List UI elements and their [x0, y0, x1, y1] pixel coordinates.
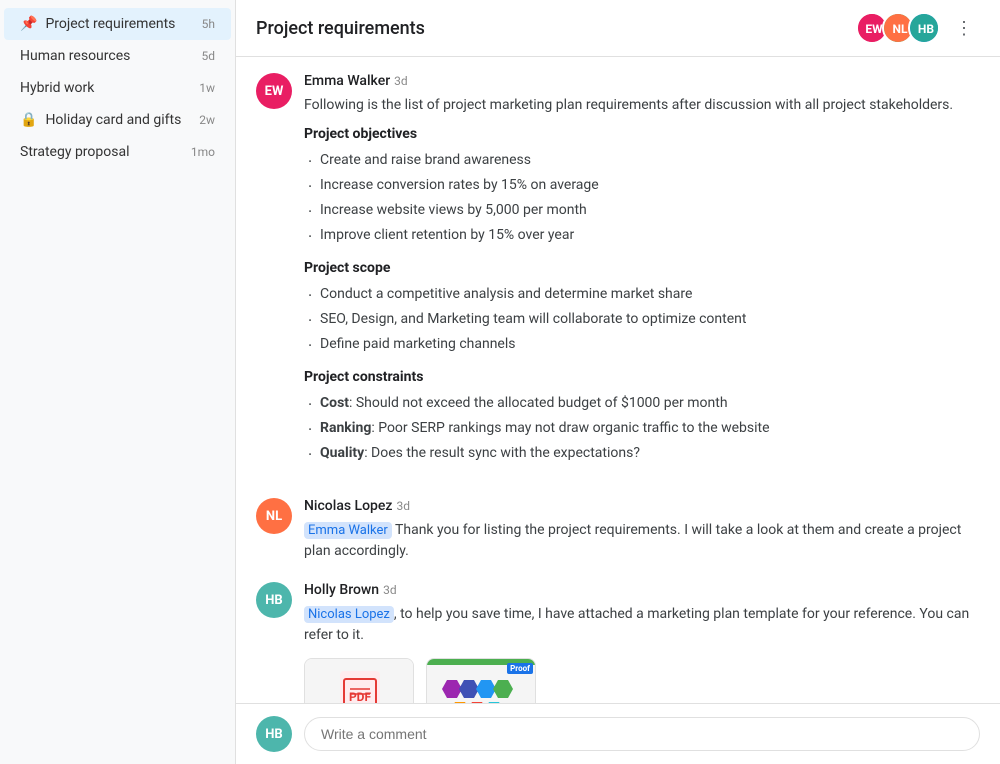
sidebar-item-human-resources[interactable]: Human resources 5d — [4, 40, 231, 72]
comment-author: Nicolas Lopez — [304, 498, 392, 514]
sidebar-item-label: Holiday card and gifts — [45, 112, 187, 128]
constraint-text: : Poor SERP rankings may not draw organi… — [371, 420, 769, 436]
lock-icon: 🔒 — [20, 112, 37, 128]
hexagons-svg — [437, 675, 527, 704]
comment-text: Emma Walker Thank you for listing the pr… — [304, 520, 980, 562]
list-item: Conduct a competitive analysis and deter… — [304, 282, 980, 307]
section-title: Project constraints — [304, 369, 980, 385]
comment-time: 3d — [394, 74, 408, 88]
comment-rest: Thank you for listing the project requir… — [304, 522, 961, 559]
sidebar-item-time: 1mo — [191, 145, 215, 159]
sidebar-item-label: Project requirements — [45, 16, 189, 32]
comment-input[interactable] — [304, 717, 980, 751]
sidebar-item-time: 1w — [199, 81, 215, 95]
comment-time: 3d — [396, 499, 410, 513]
avatars-group: EW NL HB — [856, 12, 940, 44]
objectives-list: Create and raise brand awareness Increas… — [304, 148, 980, 248]
header-right: EW NL HB ⋮ — [856, 12, 980, 44]
list-item: Define paid marketing channels — [304, 332, 980, 357]
avatar-img-3: HB — [910, 12, 938, 44]
list-item: Improve client retention by 15% over yea… — [304, 223, 980, 248]
main-content: Project requirements EW NL — [236, 0, 1000, 764]
project-constraints-section: Project constraints Cost: Should not exc… — [304, 369, 980, 466]
project-scope-section: Project scope Conduct a competitive anal… — [304, 260, 980, 357]
sidebar-item-strategy-proposal[interactable]: Strategy proposal 1mo — [4, 136, 231, 168]
page-header: Project requirements EW NL — [236, 0, 1000, 57]
list-item: Increase conversion rates by 15% on aver… — [304, 173, 980, 198]
comment-time: 3d — [383, 583, 397, 597]
attachments-area: PDF Marketing-plan... Proof this file 2h — [304, 658, 980, 703]
scope-list: Conduct a competitive analysis and deter… — [304, 282, 980, 357]
comment-author: Holly Brown — [304, 582, 379, 598]
svg-text:PDF: PDF — [349, 690, 372, 703]
comment-text: Nicolas Lopez, to help you save time, I … — [304, 604, 980, 646]
mention-tag: Nicolas Lopez — [304, 606, 394, 623]
bold-text: Quality — [320, 445, 364, 461]
comment-body: Emma Walker 3d Following is the list of … — [304, 73, 980, 478]
sidebar-item-label: Strategy proposal — [20, 144, 179, 160]
sidebar-item-label: Human resources — [20, 48, 189, 64]
bold-text: Ranking — [320, 420, 371, 436]
comment-rest: , to help you save time, I have attached… — [304, 606, 969, 643]
sidebar: 📌 Project requirements 5h Human resource… — [0, 0, 236, 764]
comment-body: Holly Brown 3d Nicolas Lopez, to help yo… — [304, 582, 980, 703]
comment-author: Emma Walker — [304, 73, 390, 89]
avatar: NL — [256, 498, 292, 534]
sidebar-item-label: Hybrid work — [20, 80, 187, 96]
section-title: Project scope — [304, 260, 980, 276]
comment-intro: Following is the list of project marketi… — [304, 95, 980, 116]
attachment-card[interactable]: PDF Marketing-plan... Proof this file 2h — [304, 658, 414, 703]
comments-area: EW Emma Walker 3d Following is the list … — [236, 57, 1000, 703]
list-item: Create and raise brand awareness — [304, 148, 980, 173]
list-item: Cost: Should not exceed the allocated bu… — [304, 391, 980, 416]
avatar: HB — [256, 582, 292, 618]
pdf-icon: PDF — [340, 671, 380, 703]
bold-text: Cost — [320, 395, 349, 411]
attachment-card[interactable]: Proof Marketing-stra... Proof this file … — [426, 658, 536, 703]
attachment-preview: PDF — [305, 659, 414, 703]
constraint-text: : Does the result sync with the expectat… — [364, 445, 640, 461]
list-item: Increase website views by 5,000 per mont… — [304, 198, 980, 223]
comment: NL Nicolas Lopez 3d Emma Walker Thank yo… — [256, 498, 980, 562]
constraints-list: Cost: Should not exceed the allocated bu… — [304, 391, 980, 466]
comment: HB Holly Brown 3d Nicolas Lopez, to help… — [256, 582, 980, 703]
comment-header: Emma Walker 3d — [304, 73, 980, 89]
constraint-text: : Should not exceed the allocated budget… — [349, 395, 728, 411]
avatar: HB — [908, 12, 940, 44]
mention-tag: Emma Walker — [304, 522, 392, 539]
svg-text:EW: EW — [865, 22, 883, 36]
sidebar-item-holiday-card-gifts[interactable]: 🔒 Holiday card and gifts 2w — [4, 104, 231, 136]
list-item: SEO, Design, and Marketing team will col… — [304, 307, 980, 332]
section-title: Project objectives — [304, 126, 980, 142]
proof-logo: Proof — [507, 663, 533, 674]
sidebar-item-project-requirements[interactable]: 📌 Project requirements 5h — [4, 8, 231, 40]
comment: EW Emma Walker 3d Following is the list … — [256, 73, 980, 478]
sidebar-item-time: 5h — [202, 17, 215, 31]
sidebar-item-hybrid-work[interactable]: Hybrid work 1w — [4, 72, 231, 104]
comment-header: Nicolas Lopez 3d — [304, 498, 980, 514]
comment-body: Nicolas Lopez 3d Emma Walker Thank you f… — [304, 498, 980, 562]
attachment-preview: Proof — [427, 659, 536, 703]
svg-text:HB: HB — [918, 22, 934, 36]
list-item: Quality: Does the result sync with the e… — [304, 441, 980, 466]
avatar: EW — [256, 73, 292, 109]
pdf-svg: PDF — [340, 671, 380, 703]
list-item: Ranking: Poor SERP rankings may not draw… — [304, 416, 980, 441]
svg-text:NL: NL — [893, 22, 908, 36]
pin-icon: 📌 — [20, 16, 37, 32]
more-options-button[interactable]: ⋮ — [948, 12, 980, 44]
sidebar-item-time: 2w — [199, 113, 215, 127]
page-title: Project requirements — [256, 18, 425, 39]
current-user-avatar: HB — [256, 716, 292, 752]
project-objectives-section: Project objectives Create and raise bran… — [304, 126, 980, 248]
sidebar-item-time: 5d — [201, 49, 215, 63]
comment-input-area: HB — [236, 703, 1000, 764]
comment-header: Holly Brown 3d — [304, 582, 980, 598]
